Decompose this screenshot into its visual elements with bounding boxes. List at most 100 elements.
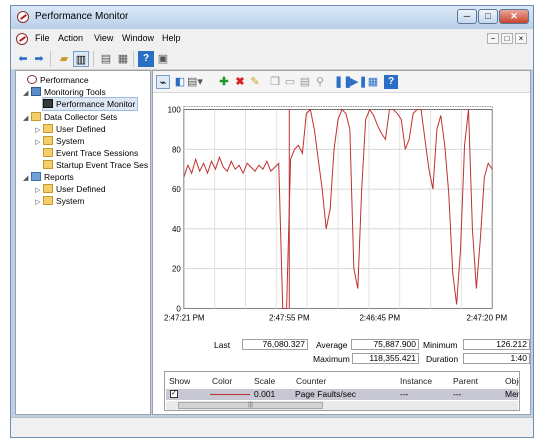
- legend-row[interactable]: ✓ 0.001 Page Faults/sec --- --- Mem: [166, 389, 519, 400]
- header-parent[interactable]: Parent: [453, 376, 478, 386]
- tree-item-reports-user-defined[interactable]: ▷ User Defined: [35, 183, 106, 195]
- average-label: Average: [316, 340, 348, 350]
- monitoring-tools-icon: [31, 87, 41, 96]
- header-counter[interactable]: Counter: [296, 376, 326, 386]
- highlight-icon[interactable]: ✎: [248, 75, 262, 89]
- header-color[interactable]: Color: [212, 376, 232, 386]
- last-label: Last: [214, 340, 231, 350]
- change-graph-type-icon[interactable]: ▤▾: [187, 75, 203, 89]
- header-scale[interactable]: Scale: [254, 376, 275, 386]
- counter-legend: Show Color Scale Counter Instance Parent…: [164, 371, 520, 411]
- x-tick-label: 2:47:21 PM: [164, 313, 205, 322]
- minimize-button[interactable]: ─: [457, 9, 477, 24]
- help-icon[interactable]: ?: [384, 75, 398, 89]
- copy-properties-icon[interactable]: ❐: [268, 75, 282, 89]
- minimum-value: 126.212: [463, 339, 530, 350]
- update-data-icon[interactable]: ▶❚: [350, 75, 368, 89]
- tree-item-label: System: [56, 196, 85, 206]
- scrollbar-thumb[interactable]: |||: [178, 402, 323, 409]
- tree-item-label: Startup Event Trace Ses: [56, 160, 149, 170]
- monitor-icon: [43, 99, 53, 108]
- paste-counter-list-icon[interactable]: ▭: [283, 75, 297, 89]
- view-current-activity-icon[interactable]: ⌁: [156, 75, 170, 89]
- y-tick-label: 40: [172, 225, 181, 234]
- mdi-close-button[interactable]: ×: [515, 33, 527, 44]
- export-list-icon[interactable]: ▦: [115, 51, 131, 67]
- main-toolbar: ⬅ ➡ ▰ ▥ ▤ ▦ ? ▣: [11, 48, 533, 70]
- properties-icon[interactable]: ▤: [298, 75, 312, 89]
- object-cell: Mem: [505, 389, 519, 399]
- mdi-restore-button[interactable]: □: [501, 33, 513, 44]
- status-bar: [11, 417, 533, 437]
- toolbar-separator: [50, 51, 51, 67]
- action-pane-icon[interactable]: ▣: [155, 51, 171, 67]
- parent-cell: ---: [453, 389, 462, 399]
- x-axis-ticks: 2:47:21 PM 2:47:55 PM 2:46:45 PM 2:47:20 PM: [164, 313, 507, 322]
- duration-value: 1:40: [463, 353, 530, 364]
- tree-item-startup-event-trace-sessions[interactable]: Startup Event Trace Ses: [43, 159, 148, 171]
- collapse-arrow-icon[interactable]: ◢: [23, 88, 31, 100]
- back-arrow-icon[interactable]: ⬅: [15, 51, 31, 67]
- tree-item-performance-monitor[interactable]: Performance Monitor: [41, 97, 139, 111]
- reports-icon: [31, 172, 41, 181]
- y-axis-ticks: 100 80 60 40 20 0: [168, 106, 182, 314]
- menu-window[interactable]: Window: [122, 33, 154, 43]
- tree-item-performance[interactable]: Performance: [19, 74, 89, 86]
- forward-arrow-icon[interactable]: ➡: [31, 51, 47, 67]
- delete-counter-icon[interactable]: ✖: [233, 75, 247, 89]
- tree-item-monitoring-tools[interactable]: ◢ Monitoring Tools: [23, 86, 106, 98]
- tree-item-event-trace-sessions[interactable]: Event Trace Sessions: [43, 147, 138, 159]
- maximize-button[interactable]: □: [478, 9, 498, 24]
- view-log-data-icon[interactable]: ◧: [173, 75, 187, 89]
- y-tick-label: 0: [176, 304, 181, 313]
- pane-help-icon[interactable]: ▦: [366, 75, 380, 89]
- properties-icon[interactable]: ▤: [98, 51, 114, 67]
- navigation-tree: Performance ◢ Monitoring Tools Performanc…: [15, 70, 151, 415]
- expand-arrow-icon[interactable]: ▷: [35, 137, 43, 149]
- tree-item-reports-system[interactable]: ▷ System: [35, 195, 84, 207]
- tree-item-user-defined[interactable]: ▷ User Defined: [35, 123, 106, 135]
- tree-item-reports[interactable]: ◢ Reports: [23, 171, 74, 183]
- mdi-minimize-button[interactable]: −: [487, 33, 499, 44]
- legend-scrollbar[interactable]: |||: [166, 401, 518, 410]
- help-icon[interactable]: ?: [138, 51, 154, 67]
- header-instance[interactable]: Instance: [400, 376, 432, 386]
- folder-icon: [43, 160, 53, 169]
- performance-chart[interactable]: 100 80 60 40 20 0 2:47:21 PM 2:47:55 PM 2:46:45…: [153, 93, 530, 325]
- freeze-display-icon[interactable]: ❚❚: [334, 75, 352, 89]
- counter-cell: Page Faults/sec: [295, 389, 356, 399]
- tree-item-label: Monitoring Tools: [44, 87, 106, 97]
- menu-help[interactable]: Help: [162, 33, 181, 43]
- zoom-icon[interactable]: ⚲: [313, 75, 327, 89]
- collapse-arrow-icon[interactable]: ◢: [23, 113, 31, 125]
- minimum-label: Minimum: [423, 340, 458, 350]
- header-show[interactable]: Show: [169, 376, 190, 386]
- show-checkbox[interactable]: ✓: [170, 390, 178, 398]
- header-object[interactable]: Objec: [505, 376, 519, 386]
- folder-icon: [43, 124, 53, 133]
- y-tick-label: 80: [172, 145, 181, 154]
- show-hide-tree-icon[interactable]: ▥: [73, 51, 89, 67]
- performance-monitor-pane: ⌁ ◧ ▤▾ ✚ ✖ ✎ ❐ ▭ ▤ ⚲ ❚❚ ▶❚ ▦ ? 100 80 60 40…: [152, 70, 531, 415]
- menu-action[interactable]: Action: [58, 33, 83, 43]
- title-bar[interactable]: Performance Monitor ─ □ ✕: [11, 6, 533, 29]
- expand-arrow-icon[interactable]: ▷: [35, 197, 43, 209]
- series-color-swatch: [210, 394, 250, 395]
- collapse-arrow-icon[interactable]: ◢: [23, 173, 31, 185]
- toolbar-separator: [93, 51, 94, 67]
- folder-icon: [43, 184, 53, 193]
- tree-item-label: Event Trace Sessions: [56, 148, 139, 158]
- tree-item-data-collector-sets[interactable]: ◢ Data Collector Sets: [23, 111, 117, 123]
- x-tick-label: 2:47:20 PM: [467, 313, 508, 322]
- scale-cell: 0.001: [254, 389, 276, 399]
- tree-item-label: System: [56, 136, 85, 146]
- toolbar-separator: [133, 51, 134, 67]
- menu-file[interactable]: File: [35, 33, 50, 43]
- up-folder-icon[interactable]: ▰: [56, 51, 72, 67]
- tree-item-label: Data Collector Sets: [44, 112, 118, 122]
- add-counter-icon[interactable]: ✚: [217, 75, 231, 89]
- tree-item-system[interactable]: ▷ System: [35, 135, 84, 147]
- performance-app-icon: [17, 11, 29, 23]
- close-button[interactable]: ✕: [499, 9, 529, 24]
- menu-view[interactable]: View: [94, 33, 113, 43]
